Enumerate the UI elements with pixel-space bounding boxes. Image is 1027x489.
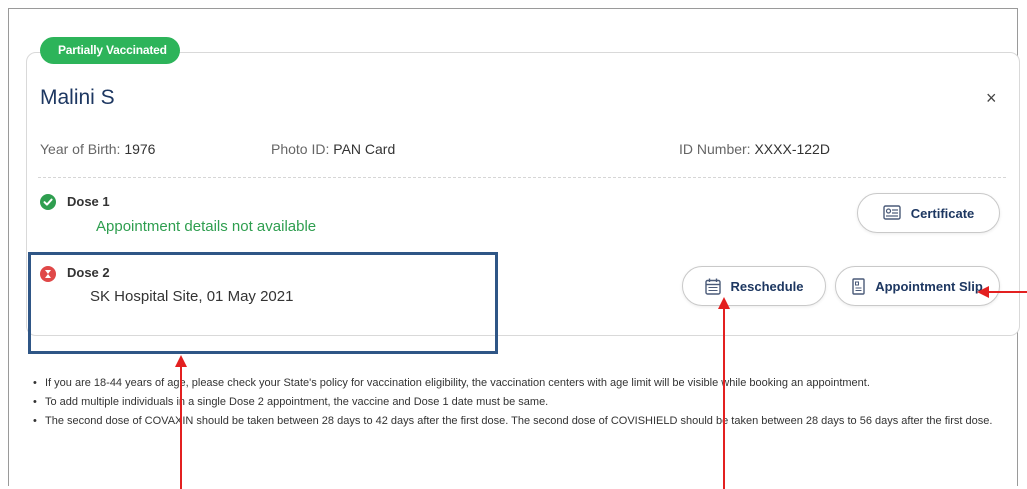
- close-icon[interactable]: ×: [986, 88, 997, 109]
- photo-id: Photo ID: PAN Card: [271, 141, 395, 157]
- calendar-icon: [704, 278, 721, 295]
- id-number-label: ID Number:: [679, 141, 751, 157]
- year-of-birth-value: 1976: [124, 141, 156, 157]
- note-item: To add multiple individuals in a single …: [31, 393, 1001, 412]
- appointment-slip-label: Appointment Slip: [875, 278, 983, 294]
- document-icon: [852, 277, 865, 295]
- year-of-birth: Year of Birth: 1976: [40, 141, 155, 157]
- photo-id-label: Photo ID:: [271, 141, 330, 157]
- check-circle-icon: [40, 194, 56, 210]
- reschedule-button[interactable]: Reschedule: [682, 266, 826, 306]
- beneficiary-name: Malini S: [40, 86, 115, 109]
- reschedule-label: Reschedule: [730, 278, 804, 294]
- divider: [38, 177, 1006, 178]
- year-of-birth-label: Year of Birth:: [40, 141, 121, 157]
- note-item: The second dose of COVAXIN should be tak…: [31, 412, 1001, 431]
- note-item: If you are 18-44 years of age, please ch…: [31, 374, 1001, 393]
- certificate-icon: [883, 205, 901, 220]
- dose2-highlight-box: [28, 252, 498, 354]
- dose1-title: Dose 1: [67, 194, 110, 209]
- certificate-label: Certificate: [910, 205, 975, 221]
- status-badge: Partially Vaccinated: [40, 37, 180, 64]
- photo-id-value: PAN Card: [333, 141, 396, 157]
- id-number: ID Number: XXXX-122D: [679, 141, 830, 157]
- id-number-value: XXXX-122D: [754, 141, 830, 157]
- dose1-detail: Appointment details not available: [96, 218, 317, 235]
- notes-list: If you are 18-44 years of age, please ch…: [31, 374, 1001, 431]
- appointment-slip-button[interactable]: Appointment Slip: [835, 266, 1000, 306]
- certificate-button[interactable]: Certificate: [857, 193, 1000, 233]
